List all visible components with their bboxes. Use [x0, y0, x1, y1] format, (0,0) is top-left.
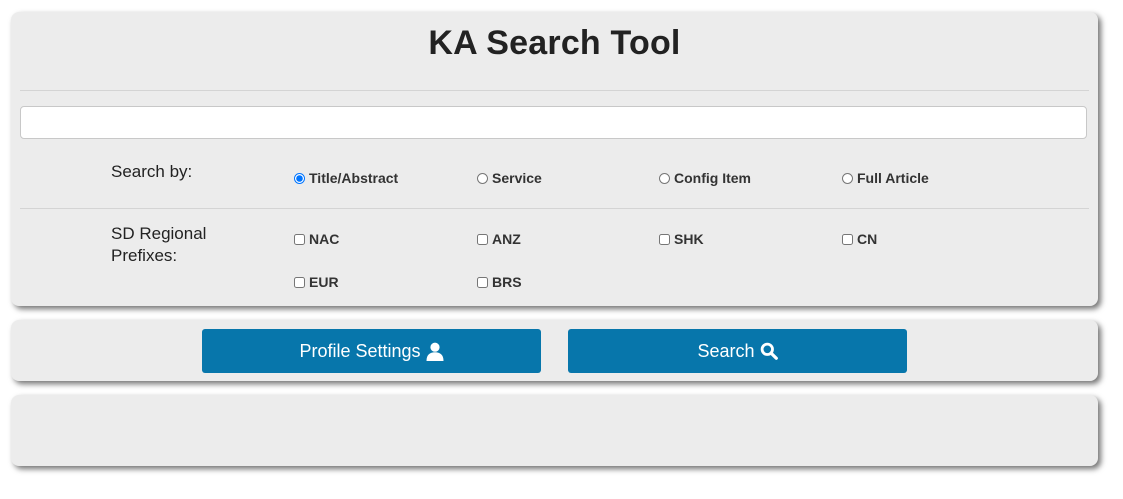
prefix-shk[interactable]: SHK — [659, 231, 704, 247]
option-label: Title/Abstract — [309, 170, 399, 186]
option-label: SHK — [674, 231, 704, 247]
option-label: CN — [857, 231, 878, 247]
search-panel: KA Search Tool Search by: Title/Abstract… — [11, 12, 1098, 306]
search-button[interactable]: Search — [568, 329, 907, 373]
section-divider — [20, 208, 1089, 209]
search-by-full-article[interactable]: Full Article — [842, 170, 929, 186]
option-label: NAC — [309, 231, 340, 247]
prefix-cn[interactable]: CN — [842, 231, 877, 247]
shk-checkbox[interactable] — [659, 233, 670, 245]
search-input[interactable] — [20, 106, 1087, 139]
config-item-radio[interactable] — [659, 172, 670, 184]
page-title: KA Search Tool — [428, 24, 681, 62]
eur-checkbox[interactable] — [294, 276, 305, 288]
profile-settings-button[interactable]: Profile Settings — [202, 329, 541, 373]
prefixes-label: SD Regional Prefixes: — [111, 224, 207, 265]
search-by-label: Search by: — [111, 162, 193, 181]
option-label: EUR — [309, 274, 339, 290]
service-radio[interactable] — [477, 172, 488, 184]
search-by-title-abstract[interactable]: Title/Abstract — [294, 170, 398, 186]
prefix-nac[interactable]: NAC — [294, 231, 339, 247]
option-label: Service — [492, 170, 542, 186]
prefix-anz[interactable]: ANZ — [477, 231, 521, 247]
user-icon — [426, 342, 444, 361]
prefix-brs[interactable]: BRS — [477, 274, 522, 290]
title-divider — [20, 90, 1089, 91]
brs-checkbox[interactable] — [477, 276, 488, 288]
option-label: Full Article — [857, 170, 929, 186]
search-button-label: Search — [697, 340, 755, 361]
anz-checkbox[interactable] — [477, 233, 488, 245]
option-label: ANZ — [492, 231, 521, 247]
results-panel — [11, 395, 1098, 466]
option-label: Config Item — [674, 170, 751, 186]
search-icon — [760, 342, 778, 360]
title-abstract-radio[interactable] — [294, 172, 305, 184]
full-article-radio[interactable] — [842, 172, 853, 184]
nac-checkbox[interactable] — [294, 233, 305, 245]
search-by-config-item[interactable]: Config Item — [659, 170, 751, 186]
option-label: BRS — [492, 274, 522, 290]
profile-settings-label: Profile Settings — [299, 340, 421, 361]
prefix-eur[interactable]: EUR — [294, 274, 339, 290]
search-by-service[interactable]: Service — [477, 170, 542, 186]
actions-panel: Profile Settings Search — [11, 320, 1098, 381]
cn-checkbox[interactable] — [842, 233, 853, 245]
